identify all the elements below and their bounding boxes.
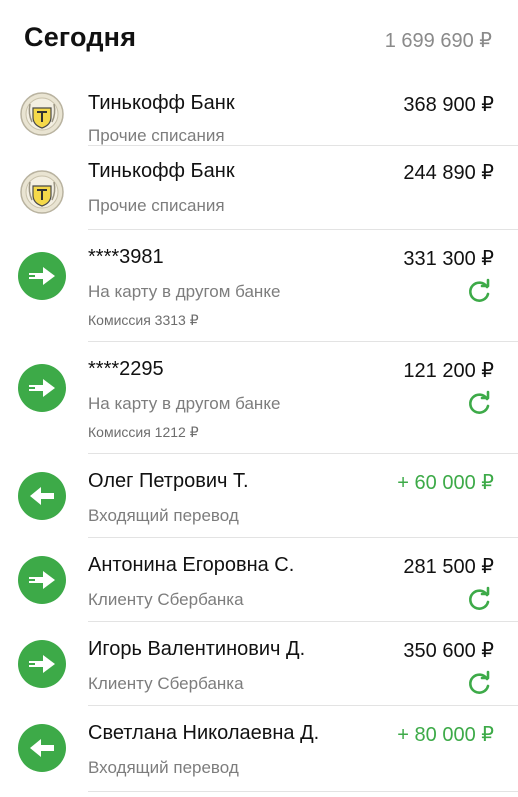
transaction-name: Олег Петрович Т. <box>88 470 249 492</box>
transaction-subtitle: Клиенту Сбербанка <box>88 674 244 693</box>
outgoing-arrow-icon <box>18 556 66 604</box>
transaction-row[interactable]: Тинькофф Банк Прочие списания 368 900 ₽ <box>0 72 518 146</box>
row-divider <box>88 791 518 792</box>
outgoing-arrow-icon <box>18 364 66 412</box>
transaction-amount: + 60 000 ₽ <box>397 472 494 494</box>
transaction-row[interactable]: Антонина Егоровна С. Клиенту Сбербанка 2… <box>0 538 518 622</box>
transaction-name: Тинькофф Банк <box>88 160 235 182</box>
transaction-name: ****3981 <box>88 246 164 268</box>
transaction-amount: 368 900 ₽ <box>403 94 494 116</box>
section-total: 1 699 690 ₽ <box>384 30 492 52</box>
incoming-arrow-icon <box>18 472 66 520</box>
transaction-amount: + 80 000 ₽ <box>397 724 494 746</box>
repeat-icon[interactable] <box>466 586 492 612</box>
transaction-subtitle: На карту в другом банке <box>88 282 281 301</box>
transaction-subtitle: Клиенту Сбербанка <box>88 590 244 609</box>
transaction-fee: Комиссия 1212 ₽ <box>88 424 199 440</box>
transaction-name: ****2295 <box>88 358 164 380</box>
transaction-amount: 244 890 ₽ <box>403 162 494 184</box>
transaction-fee: Комиссия 3313 ₽ <box>88 312 199 328</box>
tinkoff-logo-icon <box>18 168 66 216</box>
transaction-row[interactable]: ****2295 На карту в другом банке Комисси… <box>0 342 518 454</box>
outgoing-arrow-icon <box>18 252 66 300</box>
transaction-row[interactable]: Игорь Валентинович Д. Клиенту Сбербанка … <box>0 622 518 706</box>
transaction-amount: 331 300 ₽ <box>403 248 494 270</box>
transaction-row[interactable]: Светлана Николаевна Д. Входящий перевод … <box>0 706 518 792</box>
transaction-subtitle: Прочие списания <box>88 126 225 145</box>
transaction-amount: 121 200 ₽ <box>403 360 494 382</box>
transaction-subtitle: Прочие списания <box>88 196 225 215</box>
transaction-subtitle: На карту в другом банке <box>88 394 281 413</box>
transaction-name: Антонина Егоровна С. <box>88 554 295 576</box>
outgoing-arrow-icon <box>18 640 66 688</box>
transaction-amount: 350 600 ₽ <box>403 640 494 662</box>
transaction-row[interactable]: Тинькофф Банк Прочие списания 244 890 ₽ <box>0 146 518 230</box>
transaction-name: Игорь Валентинович Д. <box>88 638 306 660</box>
tinkoff-logo-icon <box>18 90 66 138</box>
repeat-icon[interactable] <box>466 390 492 416</box>
section-header: Сегодня 1 699 690 ₽ <box>0 0 518 72</box>
transaction-row[interactable]: ****3981 На карту в другом банке Комисси… <box>0 230 518 342</box>
transaction-name: Светлана Николаевна Д. <box>88 722 320 744</box>
section-title: Сегодня <box>24 22 137 52</box>
transaction-subtitle: Входящий перевод <box>88 758 239 777</box>
repeat-icon[interactable] <box>466 670 492 696</box>
incoming-arrow-icon <box>18 724 66 772</box>
repeat-icon[interactable] <box>466 278 492 304</box>
transaction-row[interactable]: Олег Петрович Т. Входящий перевод + 60 0… <box>0 454 518 538</box>
transaction-name: Тинькофф Банк <box>88 92 235 114</box>
transaction-amount: 281 500 ₽ <box>403 556 494 578</box>
transaction-subtitle: Входящий перевод <box>88 506 239 525</box>
